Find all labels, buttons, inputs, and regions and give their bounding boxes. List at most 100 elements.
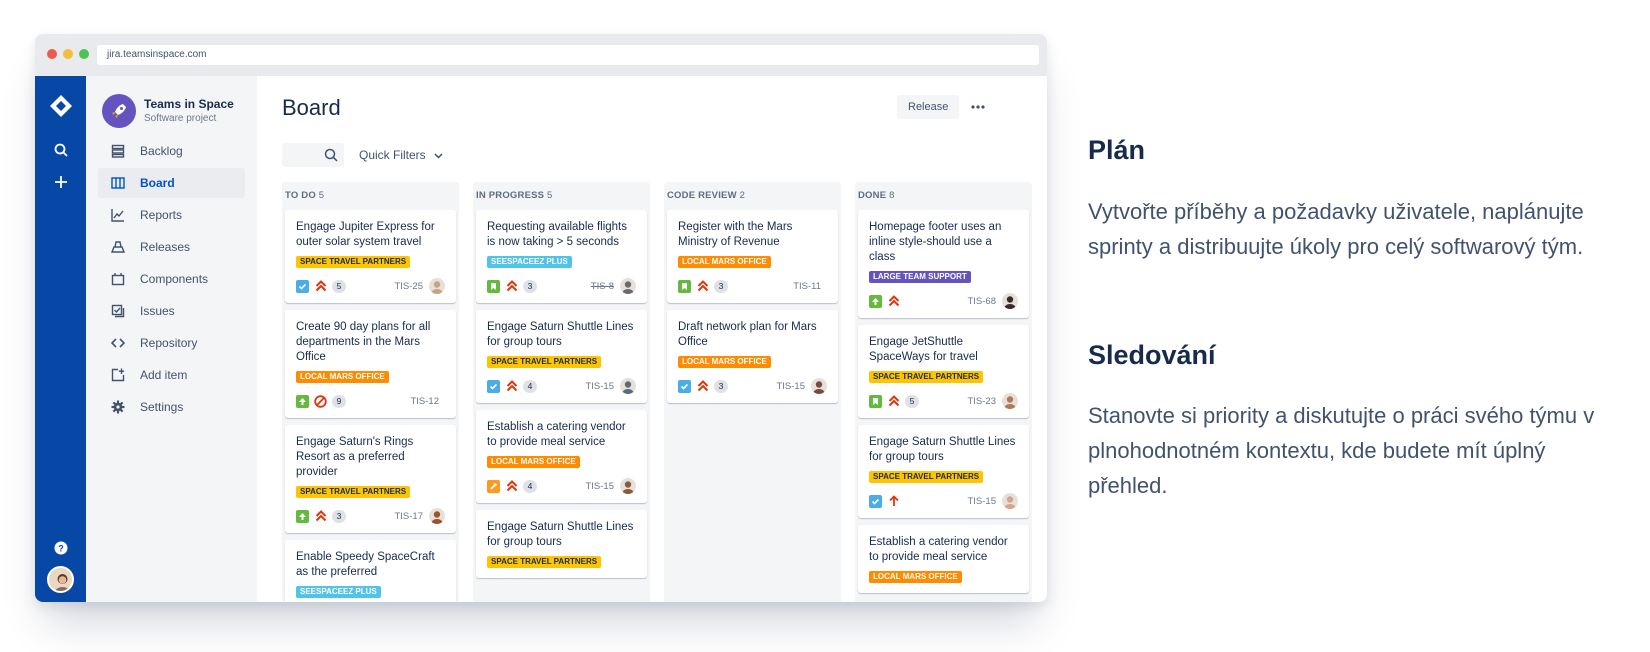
project-name: Teams in Space [144, 97, 234, 111]
project-header[interactable]: Teams in Space Software project [102, 94, 234, 128]
card-footer: 5 TIS-23 [869, 393, 1018, 409]
issue-key[interactable]: TIS-12 [410, 396, 439, 407]
board-column: TO DO 5 Engage Jupiter Express for outer … [282, 182, 459, 602]
search-icon[interactable] [49, 138, 73, 162]
column-header: TO DO 5 [282, 182, 459, 210]
card-footer: 3 TIS-8 [487, 278, 636, 294]
sidebar-item-backlog[interactable]: Backlog [98, 136, 245, 166]
assignee-avatar[interactable] [1002, 493, 1018, 509]
sidebar-item-components[interactable]: Components [98, 264, 245, 294]
issue-key[interactable]: TIS-25 [394, 281, 423, 292]
jira-logo-icon[interactable] [49, 94, 73, 118]
issue-key[interactable]: TIS-11 [793, 281, 821, 292]
priority-blocker-icon [314, 394, 327, 408]
more-options-icon[interactable] [965, 95, 991, 119]
page-title: Board [282, 95, 341, 120]
issue-card[interactable]: Register with the Mars Ministry of Reven… [667, 210, 838, 303]
card-title: Draft network plan for Mars Office [678, 321, 817, 348]
tracking-text: Stanovte si priority a diskutujte o prác… [1088, 403, 1595, 498]
bookmark-type-icon [487, 279, 500, 293]
issue-card[interactable]: Engage Saturn Shuttle Lines for group to… [858, 425, 1029, 518]
issue-card[interactable]: Establish a catering vendor to provide m… [858, 525, 1029, 593]
releases-icon [110, 239, 126, 255]
assignee-avatar[interactable] [620, 378, 636, 394]
settings-icon [110, 399, 126, 415]
issue-card[interactable]: Enable Speedy SpaceCraft as the preferre… [285, 540, 456, 602]
sidebar-item-label: Add item [140, 368, 188, 382]
story-points-badge: 9 [332, 394, 346, 408]
story-type-icon [296, 394, 309, 408]
issue-key[interactable]: TIS-68 [967, 296, 996, 307]
issue-key[interactable]: TIS-17 [394, 511, 423, 522]
issue-card[interactable]: Draft network plan for Mars Office LOCAL … [667, 310, 838, 403]
card-title: Engage Saturn's Rings Resort as a prefer… [296, 436, 414, 478]
issue-card[interactable]: Engage Saturn Shuttle Lines for group to… [476, 510, 647, 578]
release-button[interactable]: Release [897, 95, 960, 119]
story-type-icon [296, 509, 309, 523]
issue-card[interactable]: Requesting available flights is now taki… [476, 210, 647, 303]
assignee-avatar[interactable] [429, 278, 445, 294]
issue-card[interactable]: Engage Jupiter Express for outer solar s… [285, 210, 456, 303]
sidebar-item-releases[interactable]: Releases [98, 232, 245, 262]
rocket-icon [102, 94, 136, 128]
issues-icon [110, 303, 126, 319]
sidebar-item-add-item[interactable]: Add item [98, 360, 245, 390]
issue-key[interactable]: TIS-15 [585, 381, 614, 392]
task-type-icon [869, 494, 882, 508]
issue-card[interactable]: Homepage footer uses an inline style-sho… [858, 210, 1029, 318]
card-footer: TIS-15 [869, 493, 1018, 509]
issue-key[interactable]: TIS-8 [591, 281, 614, 292]
improvement-type-icon [487, 479, 500, 493]
global-navigation: ? [35, 76, 86, 602]
minimize-window-button[interactable] [63, 49, 73, 59]
add-item-icon [110, 367, 126, 383]
epic-label: LOCAL MARS OFFICE [678, 256, 771, 268]
epic-label: LOCAL MARS OFFICE [296, 371, 389, 383]
priority-high-icon [887, 495, 900, 508]
issue-card[interactable]: Engage Saturn's Rings Resort as a prefer… [285, 425, 456, 533]
issue-key[interactable]: TIS-15 [967, 496, 996, 507]
issue-key[interactable]: TIS-15 [776, 381, 805, 392]
story-points-badge: 5 [332, 279, 346, 293]
issue-key[interactable]: TIS-23 [967, 396, 996, 407]
board-search-input[interactable] [282, 143, 344, 167]
maximize-window-button[interactable] [79, 49, 89, 59]
plan-text: Vytvořte příběhy a požadavky uživatele, … [1088, 199, 1584, 259]
issue-card[interactable]: Engage Saturn Shuttle Lines for group to… [476, 310, 647, 403]
card-title: Enable Speedy SpaceCraft as the preferre… [296, 551, 435, 578]
issue-card[interactable]: Create 90 day plans for all departments … [285, 310, 456, 418]
priority-highest-icon [314, 510, 327, 523]
backlog-icon [110, 143, 126, 159]
address-bar[interactable]: jira.teamsinspace.com [97, 45, 1039, 65]
assignee-avatar[interactable] [811, 378, 827, 394]
card-footer: 4 TIS-15 [487, 478, 636, 494]
close-window-button[interactable] [47, 49, 57, 59]
issue-card[interactable]: Establish a catering vendor to provide m… [476, 410, 647, 503]
sidebar-item-board[interactable]: Board [98, 168, 245, 198]
sidebar-item-repository[interactable]: Repository [98, 328, 245, 358]
quick-filters-dropdown[interactable]: Quick Filters [359, 143, 443, 167]
svg-text:?: ? [58, 544, 64, 554]
assignee-avatar[interactable] [1002, 293, 1018, 309]
assignee-avatar[interactable] [429, 508, 445, 524]
sidebar-item-issues[interactable]: Issues [98, 296, 245, 326]
card-footer: 4 TIS-15 [487, 378, 636, 394]
column-title: IN PROGRESS [476, 190, 545, 201]
sidebar-item-label: Components [140, 272, 209, 286]
issue-key[interactable]: TIS-15 [585, 481, 614, 492]
sidebar-item-settings[interactable]: Settings [98, 392, 245, 422]
sidebar-item-label: Repository [140, 336, 198, 350]
column-count: 2 [739, 190, 746, 201]
user-avatar[interactable] [47, 566, 74, 593]
assignee-avatar[interactable] [620, 478, 636, 494]
help-icon[interactable]: ? [49, 536, 73, 560]
assignee-avatar[interactable] [1002, 393, 1018, 409]
epic-label: SPACE TRAVEL PARTNERS [487, 356, 602, 368]
sidebar-item-reports[interactable]: Reports [98, 200, 245, 230]
create-plus-icon[interactable] [49, 170, 73, 194]
epic-label: SEESPACEEZ PLUS [296, 586, 381, 598]
priority-highest-icon [696, 280, 709, 293]
issue-card[interactable]: Engage JetShuttle SpaceWays for travel SP… [858, 325, 1029, 418]
task-type-icon [678, 379, 691, 393]
assignee-avatar[interactable] [620, 278, 636, 294]
